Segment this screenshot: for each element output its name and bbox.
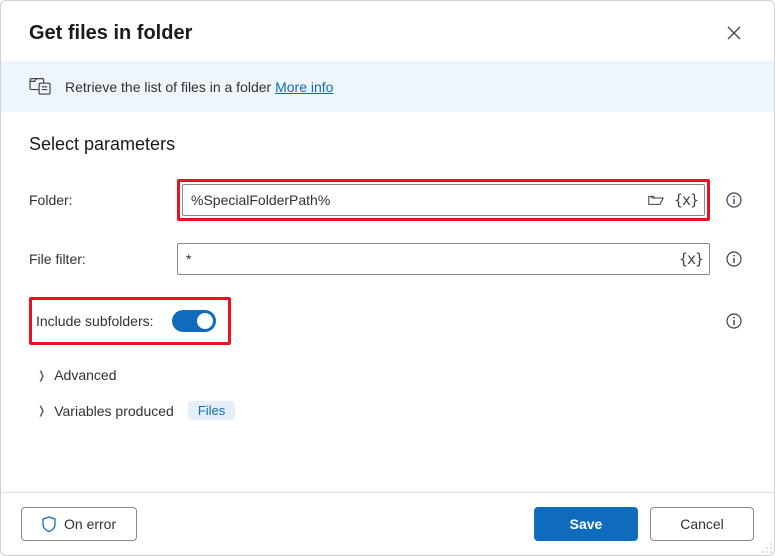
file-filter-input[interactable] [178, 251, 677, 267]
field-row-include-subfolders: Include subfolders: [29, 297, 746, 345]
close-button[interactable] [718, 17, 750, 49]
section-title: Select parameters [29, 134, 746, 155]
file-filter-input-wrap: {x} [177, 243, 710, 275]
cancel-button[interactable]: Cancel [650, 507, 754, 541]
folder-label: Folder: [29, 192, 177, 208]
browse-folder-button[interactable] [642, 186, 670, 214]
folder-input[interactable] [183, 192, 642, 208]
highlight-folder: {x} [177, 179, 710, 221]
folder-list-icon [29, 75, 51, 98]
insert-variable-folder-button[interactable]: {x} [672, 186, 700, 214]
info-icon [726, 251, 742, 267]
insert-variable-filter-button[interactable]: {x} [677, 245, 705, 273]
dialog-footer: On error Save Cancel [1, 492, 774, 555]
expander-vars-label: Variables produced [54, 403, 174, 419]
chevron-right-icon: ❯ [38, 369, 44, 382]
on-error-button[interactable]: On error [21, 507, 137, 541]
variable-icon: {x} [674, 191, 698, 209]
expander-advanced-label: Advanced [54, 367, 116, 383]
expander-advanced[interactable]: ❯ Advanced [37, 367, 746, 383]
info-icon [726, 192, 742, 208]
more-info-link[interactable]: More info [275, 79, 333, 95]
include-subfolders-toggle[interactable] [172, 310, 216, 332]
close-icon [727, 26, 741, 40]
variable-icon: {x} [679, 250, 703, 268]
info-banner-text: Retrieve the list of files in a folder M… [65, 79, 333, 95]
info-include-subfolders[interactable] [722, 309, 746, 333]
variable-badge-files[interactable]: Files [188, 401, 235, 420]
dialog-header: Get files in folder [1, 1, 774, 61]
info-banner: Retrieve the list of files in a folder M… [1, 61, 774, 112]
folder-open-icon [648, 193, 664, 207]
dialog-body: Select parameters Folder: {x} [1, 112, 774, 492]
include-subfolders-label: Include subfolders: [36, 313, 154, 329]
info-folder[interactable] [722, 188, 746, 212]
shield-icon [42, 516, 56, 532]
highlight-include-subfolders: Include subfolders: [29, 297, 231, 345]
folder-input-wrap: {x} [182, 184, 705, 216]
save-button[interactable]: Save [534, 507, 638, 541]
info-icon [726, 313, 742, 329]
chevron-right-icon: ❯ [38, 404, 44, 417]
dialog-get-files-in-folder: Get files in folder Retrieve the list of… [0, 0, 775, 556]
field-row-folder: Folder: {x} [29, 179, 746, 221]
field-row-file-filter: File filter: {x} [29, 243, 746, 275]
dialog-title: Get files in folder [29, 22, 192, 45]
file-filter-label: File filter: [29, 251, 177, 267]
info-file-filter[interactable] [722, 247, 746, 271]
file-filter-input-icons: {x} [677, 245, 709, 273]
folder-input-icons: {x} [642, 186, 704, 214]
expander-variables-produced[interactable]: ❯ Variables produced Files [37, 401, 746, 420]
